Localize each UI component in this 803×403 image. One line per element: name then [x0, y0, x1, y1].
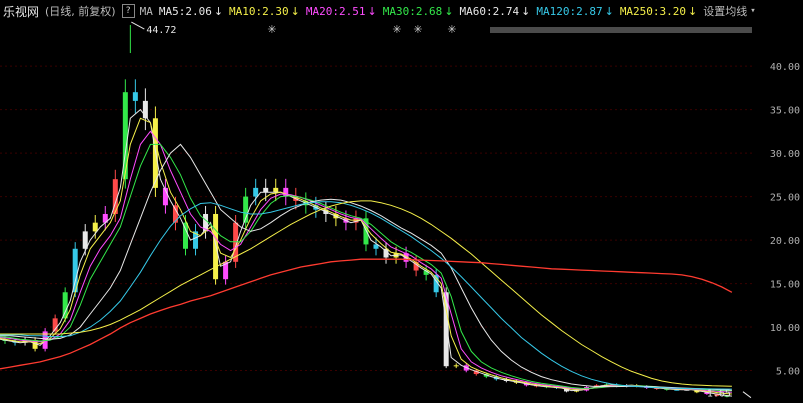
y-tick-label: 10.00: [770, 323, 800, 334]
event-markers: ✳ ✳ ✳ ✳: [267, 23, 752, 36]
candle-body: [172, 205, 178, 223]
y-tick-label: 25.00: [770, 193, 800, 204]
y-tick-label: 5.00: [776, 367, 800, 378]
y-tick-label: 40.00: [770, 62, 800, 73]
event-marker-icon: ✳: [413, 23, 422, 36]
y-tick-label: 30.00: [770, 149, 800, 160]
candle-body: [253, 187, 259, 197]
max-price-label: 44.72: [146, 25, 176, 36]
y-tick-label: 35.00: [770, 106, 800, 117]
moving-average-lines: [0, 108, 733, 397]
ma-line-ma60: [0, 143, 732, 391]
price-chart[interactable]: ✳ ✳ ✳ ✳ 40.00 35.00 30.00 25.00 20.00 15.00 10.00…: [0, 0, 803, 403]
candle-body: [132, 92, 138, 101]
candle-series: [2, 79, 730, 398]
max-arrow-icon: [131, 21, 145, 30]
y-tick-label: 20.00: [770, 236, 800, 247]
min-arrow-icon: [742, 391, 752, 399]
ma-line-ma10: [0, 117, 732, 395]
event-marker-icon: ✳: [447, 23, 456, 36]
event-marker-icon: ✳: [392, 23, 401, 36]
candle-body: [62, 292, 68, 319]
event-marker-strip: [490, 27, 752, 33]
y-axis-labels: 40.00 35.00 30.00 25.00 20.00 15.00 10.00 5.00: [770, 62, 800, 377]
min-price-label: 1.65: [707, 389, 731, 400]
ma-line-ma20: [0, 130, 732, 393]
ma-line-ma5: [0, 108, 732, 397]
candle-body: [453, 365, 459, 367]
candle-body: [92, 222, 98, 232]
event-marker-icon: ✳: [267, 23, 276, 36]
grid-lines: [0, 65, 755, 372]
candle-body: [263, 187, 269, 193]
chart-window: 乐视网 (日线, 前复权) ? MA MA5:2.06 ↓ MA10:2.30 ↓ MA…: [0, 0, 803, 403]
candle-body: [182, 222, 188, 249]
candle-body: [273, 187, 279, 193]
ma-line-ma30: [0, 143, 732, 392]
ma-line-long-ma: [0, 258, 733, 370]
extreme-annotations: 44.72 1.65: [129, 21, 752, 400]
candle-body: [213, 213, 219, 280]
y-tick-label: 15.00: [770, 280, 800, 291]
